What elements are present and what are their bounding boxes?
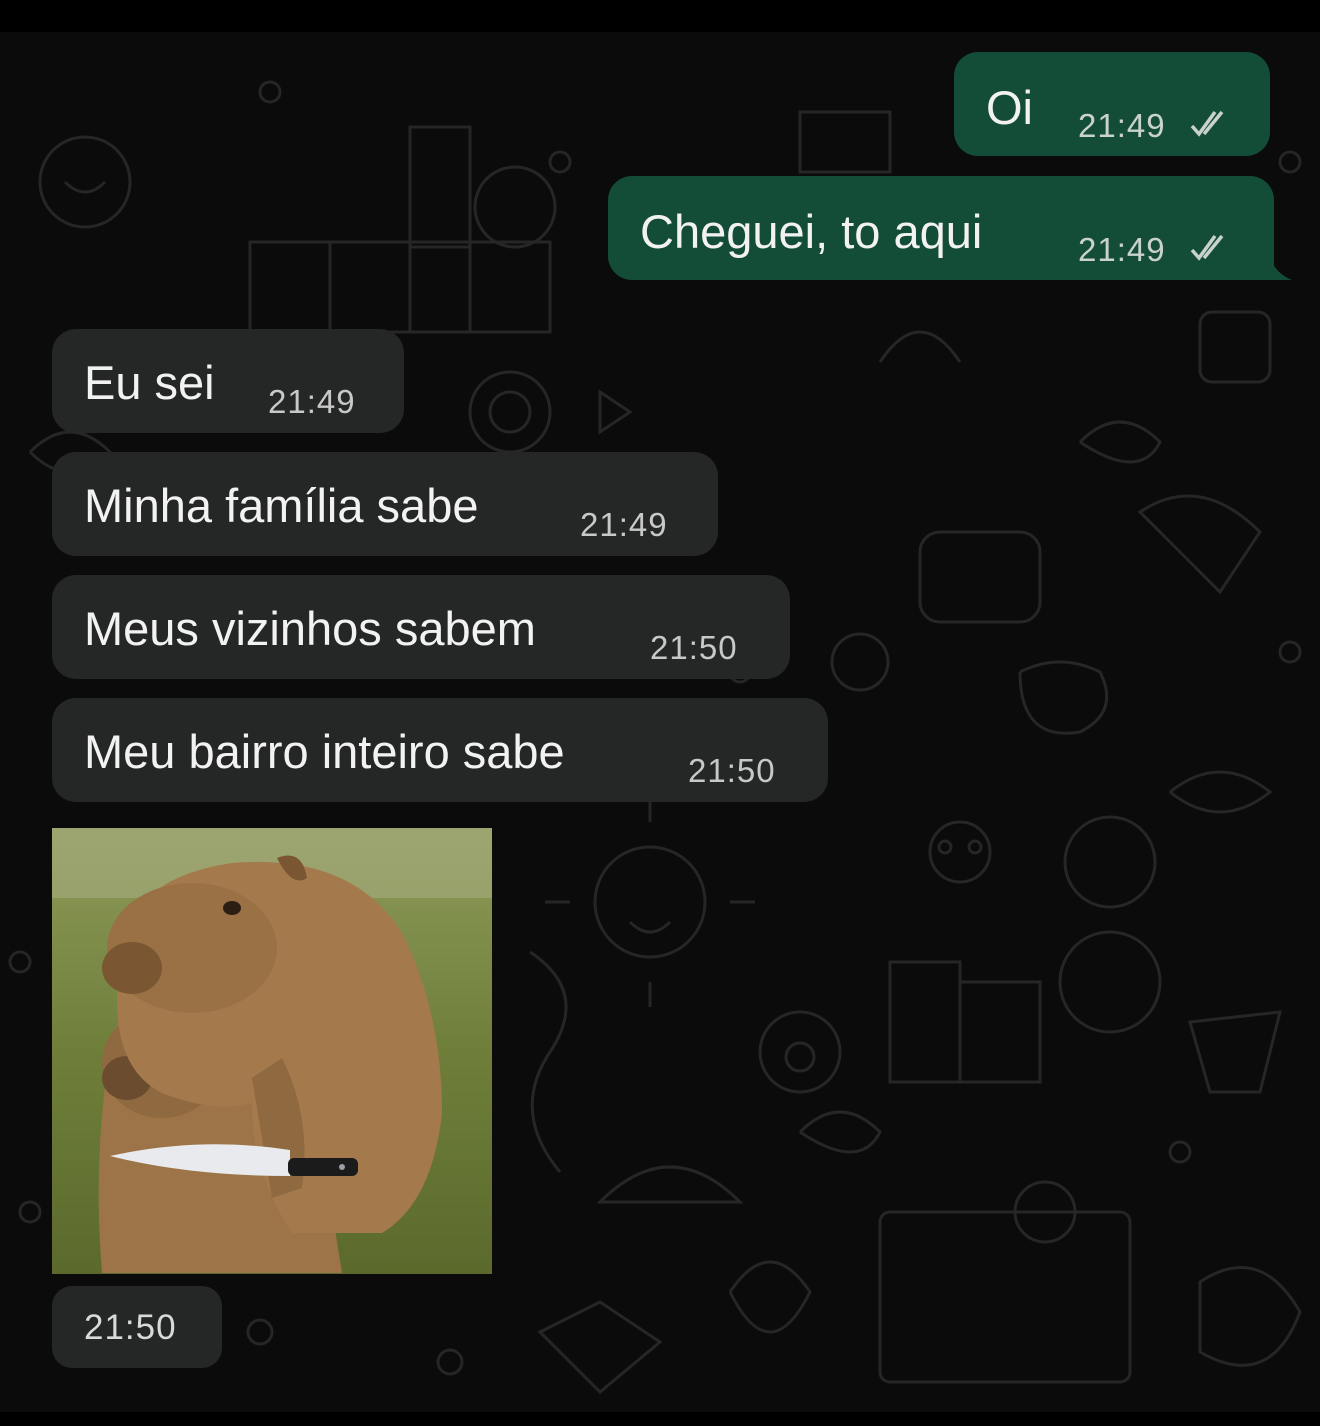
message-timestamp: 21:50	[84, 1308, 177, 1347]
message-timestamp: 21:49	[268, 383, 356, 420]
message-text: Eu sei	[84, 356, 215, 409]
double-check-icon	[1190, 110, 1224, 137]
message-text: Oi	[986, 81, 1033, 134]
message-text: Meu bairro inteiro sabe	[84, 725, 565, 778]
bubble-tail	[1260, 250, 1292, 280]
capybara-knife-photo[interactable]	[52, 828, 492, 1274]
message-text: Meus vizinhos sabem	[84, 602, 536, 655]
message-timestamp: 21:50	[650, 629, 738, 666]
message-timestamp: 21:50	[688, 752, 776, 789]
outgoing-message-bubble[interactable]: Cheguei, to aqui 21:49	[608, 176, 1274, 280]
image-timestamp-bubble: 21:50	[52, 1286, 222, 1368]
incoming-message-bubble[interactable]: Minha família sabe 21:49	[52, 452, 718, 556]
message-text: Cheguei, to aqui	[640, 205, 983, 258]
message-timestamp: 21:49	[1078, 107, 1166, 144]
incoming-message-bubble[interactable]: Eu sei 21:49	[52, 329, 404, 433]
photo-illustration	[52, 828, 492, 1274]
message-text: Minha família sabe	[84, 479, 479, 532]
incoming-message-bubble[interactable]: Meus vizinhos sabem 21:50	[52, 575, 790, 679]
chat-wallpaper: Oi 21:49 Cheguei, to aqui 21:49 Eu sei 2…	[0, 32, 1320, 1412]
double-check-icon	[1190, 234, 1224, 261]
outgoing-message-bubble[interactable]: Oi 21:49	[954, 52, 1270, 156]
incoming-message-bubble[interactable]: Meu bairro inteiro sabe 21:50	[52, 698, 828, 802]
message-timestamp: 21:49	[1078, 231, 1166, 268]
message-timestamp: 21:49	[580, 506, 668, 543]
